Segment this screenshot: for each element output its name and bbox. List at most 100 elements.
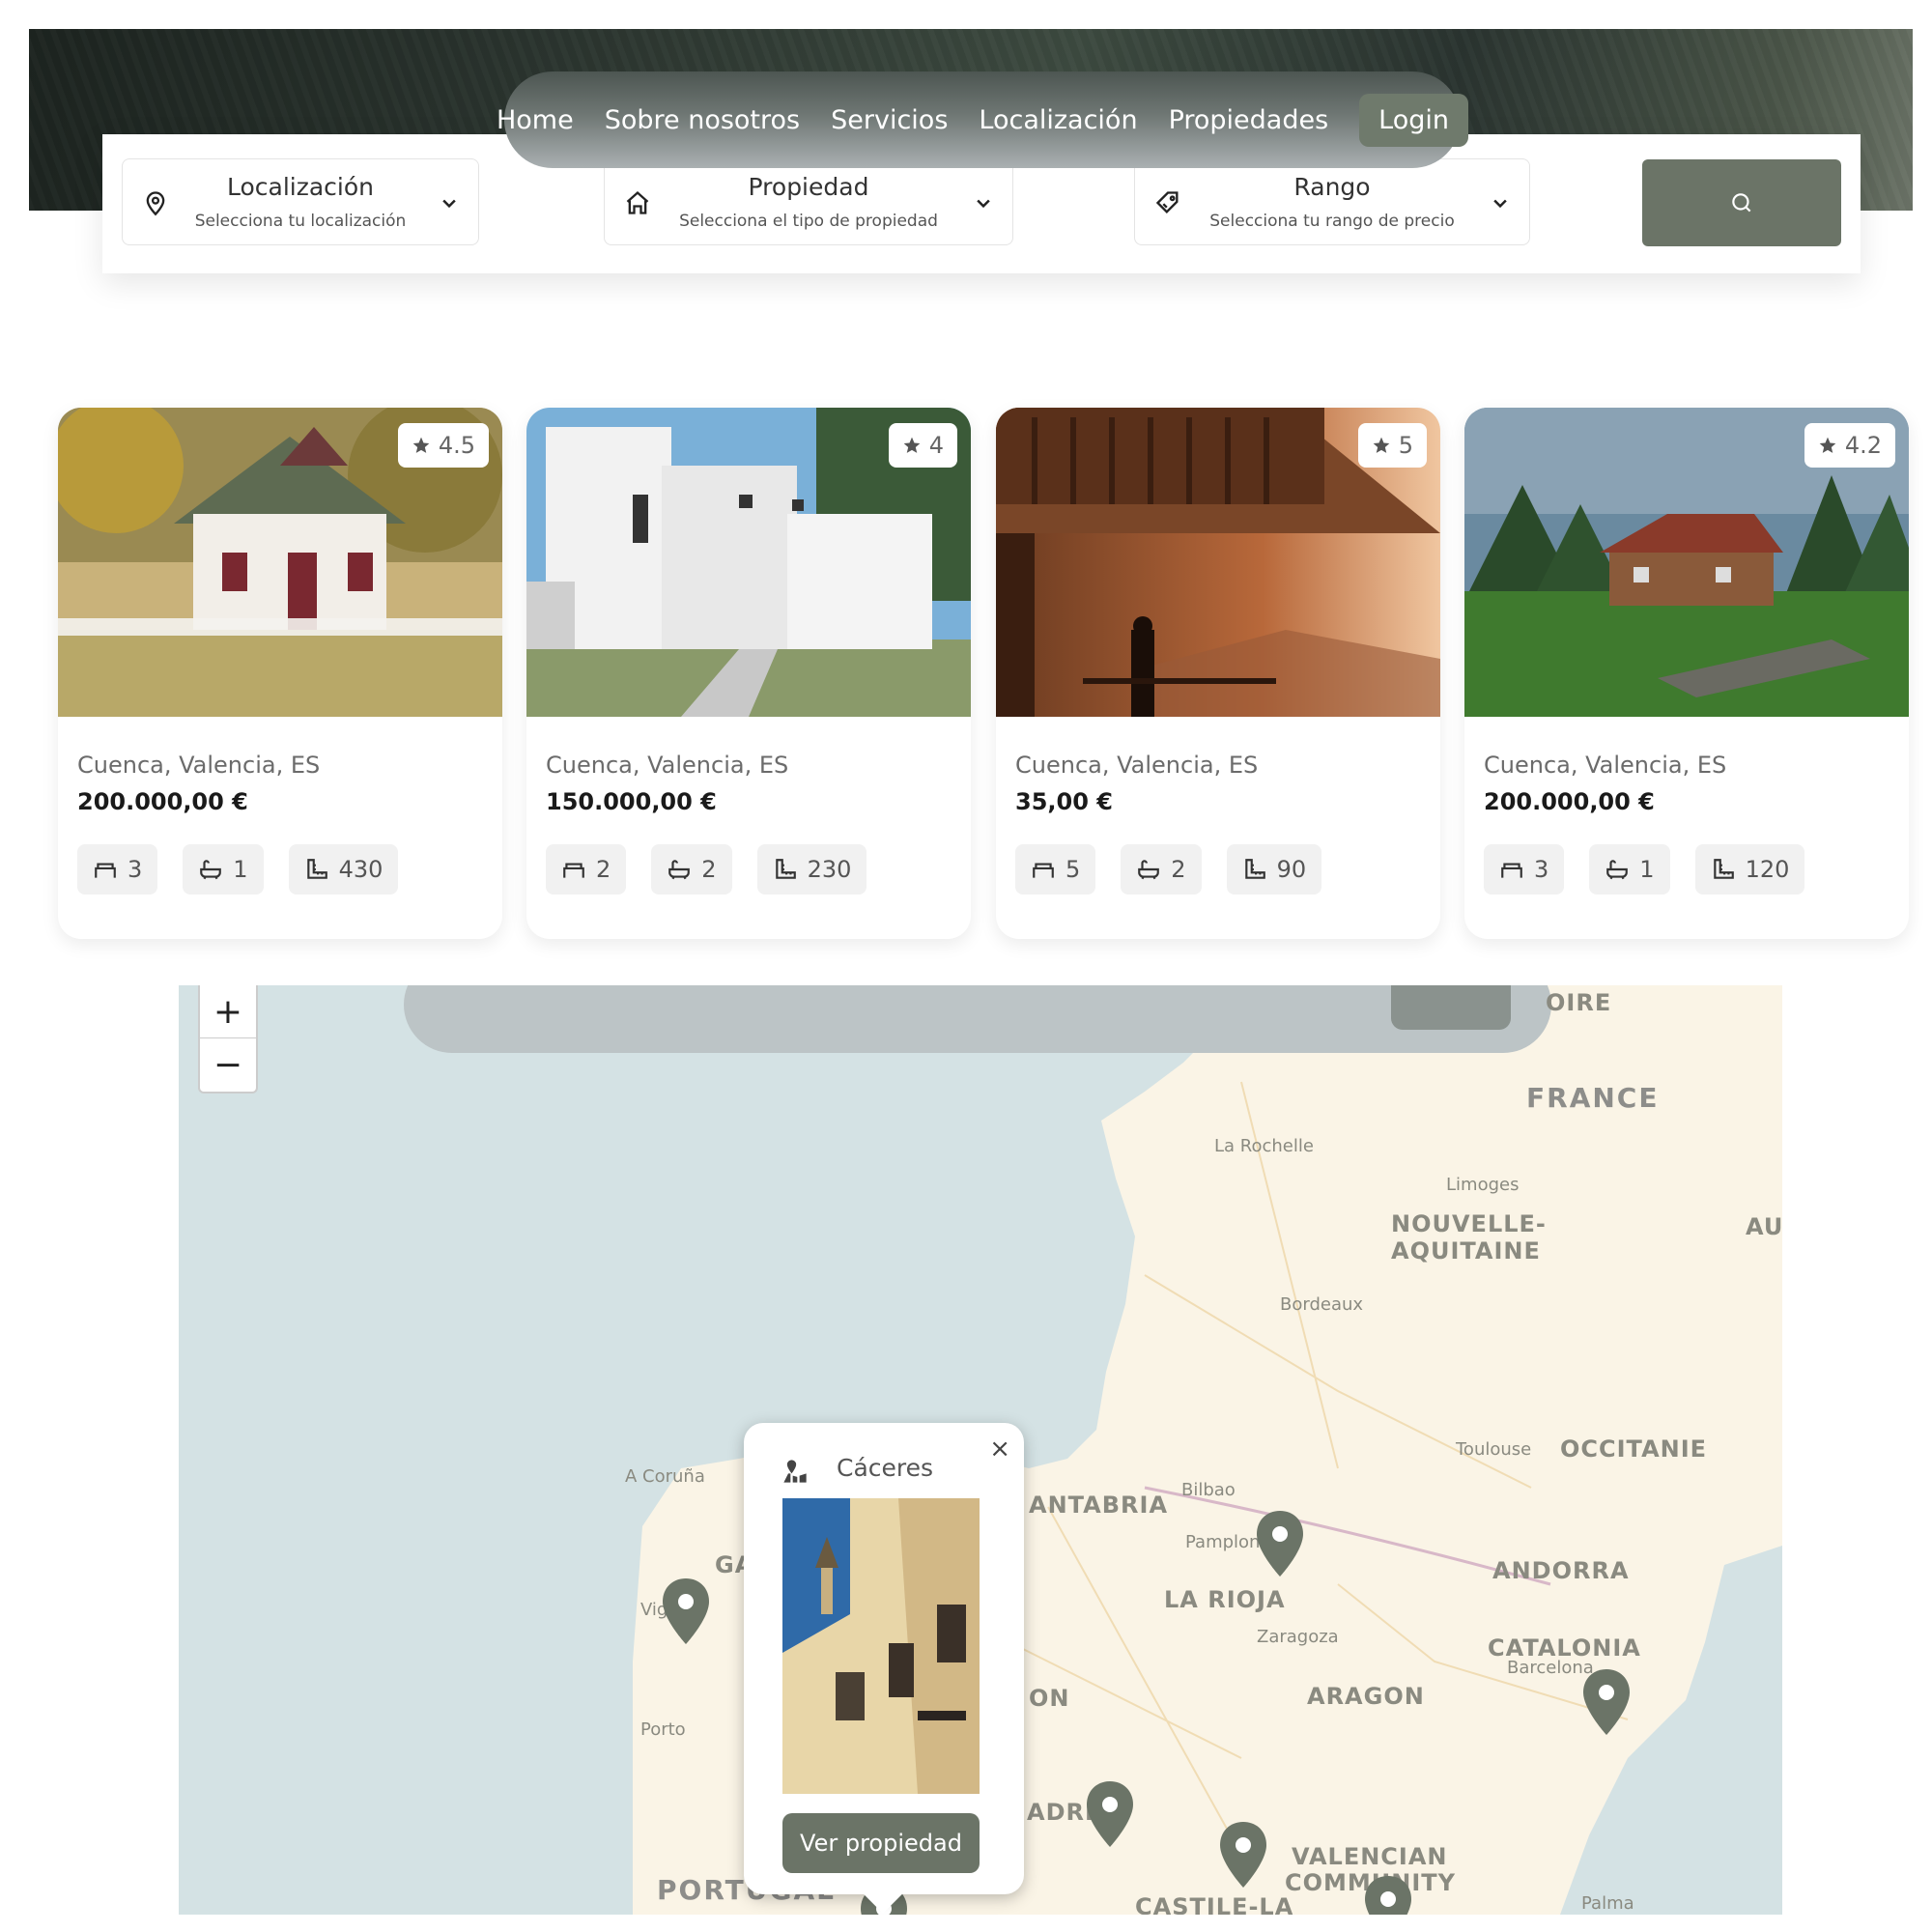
bathrooms-badge: 2 xyxy=(651,844,732,895)
zoom-in-button[interactable]: + xyxy=(200,985,256,1037)
search-button[interactable] xyxy=(1642,159,1841,246)
ruler-icon xyxy=(775,859,796,879)
nav-about[interactable]: Sobre nosotros xyxy=(605,105,800,135)
range-select-subtitle: Selecciona tu rango de precio xyxy=(1209,212,1455,231)
map-label-region: OCCITANIE xyxy=(1560,1435,1708,1463)
nav-home[interactable]: Home xyxy=(497,105,574,135)
property-select-title: Propiedad xyxy=(748,173,869,201)
property-price: 150.000,00 € xyxy=(546,788,717,815)
map-marker-icon[interactable] xyxy=(1254,1509,1306,1578)
property-price: 200.000,00 € xyxy=(77,788,248,815)
property-type-select[interactable]: Propiedad Selecciona el tipo de propieda… xyxy=(604,158,1013,245)
property-location: Cuenca, Valencia, ES xyxy=(77,752,321,779)
bedrooms-badge: 5 xyxy=(1015,844,1096,895)
login-button[interactable]: Login xyxy=(1359,93,1469,147)
rating-badge: 4.5 xyxy=(397,423,489,468)
bathtub-icon xyxy=(1138,860,1160,880)
bathtub-icon xyxy=(1606,860,1629,880)
map-label-region: AQUITAINE xyxy=(1391,1237,1541,1264)
map-label-city: La Rochelle xyxy=(1214,1136,1314,1156)
map-popup: × Cáceres Ver propiedad xyxy=(744,1423,1024,1914)
map-label-city: Limoges xyxy=(1446,1175,1520,1195)
main-navbar: Home Sobre nosotros Servicios Localizaci… xyxy=(497,71,1469,168)
navbar-shadow-button xyxy=(1391,985,1511,1030)
chevron-down-icon xyxy=(442,199,456,209)
star-icon xyxy=(903,437,921,453)
bed-icon xyxy=(563,863,584,878)
property-card[interactable]: 4.2 Cuenca, Valencia, ES 200.000,00 € 3 … xyxy=(1464,408,1909,939)
bedrooms-badge: 3 xyxy=(77,844,158,895)
property-price: 35,00 € xyxy=(1015,788,1113,815)
map-location-icon xyxy=(783,1460,807,1483)
property-map[interactable]: + − FRANCE PORTUGAL ANDORRA NOUVELLE- AQ… xyxy=(179,985,1782,1915)
map-label-city: Toulouse xyxy=(1456,1439,1532,1460)
location-select-title: Localización xyxy=(226,173,374,201)
bathtub-icon xyxy=(200,860,222,880)
map-label-country: FRANCE xyxy=(1526,1082,1660,1114)
bedrooms-badge: 3 xyxy=(1484,844,1565,895)
bed-icon xyxy=(1033,863,1054,878)
map-label-region: ARAGON xyxy=(1307,1683,1425,1710)
map-marker-icon[interactable] xyxy=(1084,1779,1136,1849)
star-icon xyxy=(1373,437,1390,453)
area-badge: 430 xyxy=(288,844,399,895)
star-icon xyxy=(1819,437,1836,453)
property-location: Cuenca, Valencia, ES xyxy=(1484,752,1727,779)
map-marker-icon[interactable] xyxy=(1362,1874,1414,1915)
nav-location[interactable]: Localización xyxy=(979,105,1137,135)
popup-title: Cáceres xyxy=(837,1454,934,1482)
map-marker-icon[interactable] xyxy=(1580,1667,1633,1737)
map-label-region: LA RIOJA xyxy=(1164,1586,1286,1613)
property-card[interactable]: 4.5 Cuenca, Valencia, ES 200.000,00 € 3 … xyxy=(58,408,502,939)
location-select[interactable]: Localización Selecciona tu localización xyxy=(122,158,479,245)
bathrooms-badge: 2 xyxy=(1121,844,1202,895)
bathtub-icon xyxy=(668,860,691,880)
rating-badge: 5 xyxy=(1357,423,1427,468)
map-marker-icon[interactable] xyxy=(1217,1820,1269,1889)
ruler-icon xyxy=(306,859,327,879)
area-badge: 90 xyxy=(1226,844,1322,895)
property-price: 200.000,00 € xyxy=(1484,788,1655,815)
bed-icon xyxy=(1501,863,1522,878)
search-icon xyxy=(1732,193,1751,213)
map-label-city: Bordeaux xyxy=(1280,1294,1364,1315)
bathrooms-badge: 1 xyxy=(183,844,264,895)
area-badge: 120 xyxy=(1694,844,1805,895)
bedrooms-badge: 2 xyxy=(546,844,627,895)
rating-value: 5 xyxy=(1398,432,1413,459)
zoom-out-button[interactable]: − xyxy=(200,1037,256,1091)
navbar-shadow xyxy=(404,985,1551,1053)
range-select-title: Rango xyxy=(1293,173,1371,201)
rating-value: 4 xyxy=(928,432,944,459)
map-label-region: VALENCIAN xyxy=(1292,1843,1448,1870)
ruler-icon xyxy=(1713,859,1734,879)
map-label-region: ON xyxy=(1029,1685,1070,1712)
nav-services[interactable]: Servicios xyxy=(831,105,948,135)
property-location: Cuenca, Valencia, ES xyxy=(546,752,789,779)
property-card[interactable]: 4 Cuenca, Valencia, ES 150.000,00 € 2 2 … xyxy=(526,408,971,939)
map-label-region: AU xyxy=(1746,1213,1782,1240)
rating-value: 4.5 xyxy=(438,432,475,459)
view-property-button[interactable]: Ver propiedad xyxy=(782,1813,980,1873)
bed-icon xyxy=(95,863,116,878)
map-label-region: OIRE xyxy=(1546,989,1612,1016)
map-marker-icon[interactable] xyxy=(660,1577,712,1646)
area-badge: 230 xyxy=(756,844,867,895)
chevron-down-icon xyxy=(1493,199,1507,209)
map-label-city: A Coruña xyxy=(625,1466,705,1487)
map-label-city: Zaragoza xyxy=(1257,1627,1339,1647)
map-label-region: ANDORRA xyxy=(1492,1557,1630,1584)
star-icon xyxy=(412,437,430,453)
property-card[interactable]: 5 Cuenca, Valencia, ES 35,00 € 5 2 90 xyxy=(996,408,1440,939)
rating-badge: 4.2 xyxy=(1804,423,1895,468)
property-list: 4.5 Cuenca, Valencia, ES 200.000,00 € 3 … xyxy=(29,377,1913,956)
map-label-region: NOUVELLE- xyxy=(1391,1210,1547,1237)
rating-badge: 4 xyxy=(888,423,957,468)
nav-properties[interactable]: Propiedades xyxy=(1169,105,1329,135)
price-range-select[interactable]: Rango Selecciona tu rango de precio xyxy=(1134,158,1530,245)
property-photo xyxy=(782,1498,980,1794)
zoom-control: + − xyxy=(198,985,258,1094)
chevron-down-icon xyxy=(977,199,990,209)
close-icon[interactable]: × xyxy=(989,1435,1010,1463)
bathrooms-badge: 1 xyxy=(1589,844,1670,895)
